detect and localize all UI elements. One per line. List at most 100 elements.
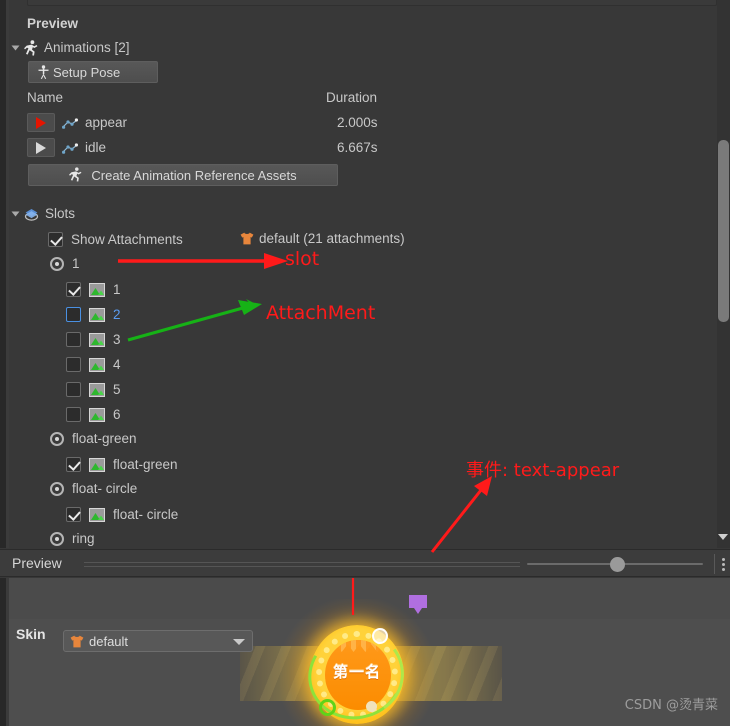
attachment-checkbox[interactable] <box>66 282 81 297</box>
preview-zoom-slider-knob[interactable] <box>610 557 625 572</box>
csdn-watermark: CSDN @烫青菜 <box>624 698 718 713</box>
attachment-label: 3 <box>113 331 121 347</box>
attachment-checkbox[interactable] <box>66 307 81 322</box>
attachment-row[interactable]: 4 <box>66 357 121 372</box>
slot-label: float- circle <box>72 481 138 497</box>
animation-curve-icon <box>62 117 78 129</box>
attachment-checkbox[interactable] <box>66 357 81 372</box>
attachment-image-icon <box>89 507 105 522</box>
medal-graphic: 第一名 <box>280 599 434 726</box>
window-left-rail-inner <box>6 0 9 548</box>
play-button-idle[interactable] <box>27 138 55 157</box>
slot-row-float-circle[interactable]: float- circle <box>50 482 137 496</box>
col-name-label: Name <box>27 90 64 105</box>
inspector-scrollbar[interactable] <box>717 0 730 548</box>
animation-duration: 2.000s <box>337 116 378 130</box>
play-icon <box>36 141 46 154</box>
slot-label: 1 <box>72 256 80 272</box>
attachment-image-icon <box>89 282 105 297</box>
setup-pose-button[interactable]: Setup Pose <box>28 61 158 83</box>
skin-dropdown[interactable]: default <box>63 630 253 652</box>
toolbar-divider-bottom <box>84 566 520 567</box>
kebab-dot <box>722 568 725 571</box>
attachment-row[interactable]: 5 <box>66 382 121 397</box>
attachment-label: 1 <box>113 281 121 297</box>
skin-summary-label: default (21 attachments) <box>259 231 405 246</box>
spine-inspector-window: Preview Animations [2] Setup Pose Name D… <box>0 0 730 726</box>
slot-label: float-green <box>72 431 137 447</box>
slot-radio-icon[interactable] <box>50 482 64 496</box>
preview-toolbar-label: Preview <box>12 555 62 571</box>
attachment-checkbox[interactable] <box>66 407 81 422</box>
medal-bead-green <box>319 699 336 716</box>
attachment-row[interactable]: 3 <box>66 332 121 347</box>
attachment-image-icon <box>89 407 105 422</box>
attachment-image-icon <box>89 457 105 472</box>
animation-duration-label: 2.000s <box>337 115 378 130</box>
kebab-dot <box>722 558 725 561</box>
play-icon <box>36 116 46 129</box>
chevron-down-icon[interactable] <box>233 639 245 645</box>
animation-row[interactable]: appear <box>27 113 127 132</box>
animation-col-duration-header: Duration <box>326 91 377 105</box>
preview-options-menu-button[interactable] <box>722 558 725 571</box>
slot-row-float-green[interactable]: float-green <box>50 432 137 446</box>
annotation-event-text: 事件: text-appear <box>466 460 620 481</box>
slot-radio-icon[interactable] <box>50 432 64 446</box>
animation-curve-icon <box>62 142 78 154</box>
attachment-checkbox[interactable] <box>66 457 81 472</box>
attachment-row[interactable]: 1 <box>66 282 121 297</box>
attachment-label: 6 <box>113 406 121 422</box>
animation-row[interactable]: idle <box>27 138 106 157</box>
attachment-row[interactable]: float-green <box>66 457 178 472</box>
animation-name: idle <box>85 139 107 155</box>
skin-shirt-icon <box>70 635 84 648</box>
chevron-down-icon[interactable] <box>11 211 20 217</box>
col-duration-label: Duration <box>326 90 378 105</box>
attachment-image-icon <box>89 332 105 347</box>
preview-toolbar: Preview <box>0 549 730 577</box>
slot-label: ring <box>72 531 95 547</box>
slot-row-1[interactable]: 1 <box>50 257 80 271</box>
kebab-dot <box>722 563 725 566</box>
animation-name: appear <box>85 114 128 130</box>
attachment-checkbox[interactable] <box>66 382 81 397</box>
play-button-appear[interactable] <box>27 113 55 132</box>
create-animation-reference-assets-button[interactable]: Create Animation Reference Assets <box>28 164 338 186</box>
attachment-label: 5 <box>113 381 121 397</box>
chevron-down-icon[interactable] <box>11 45 20 51</box>
attachment-image-icon <box>89 357 105 372</box>
active-skin-summary: default (21 attachments) <box>240 232 405 246</box>
attachment-image-icon <box>89 382 105 397</box>
animation-duration: 6.667s <box>337 141 378 155</box>
slot-radio-icon[interactable] <box>50 257 64 271</box>
attachment-row[interactable]: 6 <box>66 407 121 422</box>
animation-run-icon <box>24 40 38 56</box>
setup-pose-label: Setup Pose <box>53 64 121 80</box>
pose-person-icon <box>38 65 49 79</box>
show-attachments-checkbox[interactable] <box>48 232 63 247</box>
attachment-row[interactable]: 2 <box>66 307 121 322</box>
animation-col-name-header: Name <box>27 91 63 105</box>
slots-stack-icon <box>24 207 39 221</box>
slot-row-ring[interactable]: ring <box>50 532 95 546</box>
scrollbar-thumb[interactable] <box>718 140 729 322</box>
attachment-row[interactable]: float- circle <box>66 507 178 522</box>
skin-label: Skin <box>16 626 46 642</box>
attachment-checkbox[interactable] <box>66 507 81 522</box>
attachment-checkbox[interactable] <box>66 332 81 347</box>
animation-duration-label: 6.667s <box>337 140 378 155</box>
annotation-slot-text: slot <box>285 248 320 270</box>
slot-radio-icon[interactable] <box>50 532 64 546</box>
scroll-down-arrow-icon[interactable] <box>718 534 728 540</box>
medal-text: 第一名 <box>332 663 381 681</box>
show-attachments-label: Show Attachments <box>71 231 183 247</box>
slots-group-row[interactable]: Slots <box>11 207 75 221</box>
animation-run-icon <box>69 167 83 183</box>
skin-shirt-icon <box>240 232 254 245</box>
inspector-panel: Preview Animations [2] Setup Pose Name D… <box>0 0 730 548</box>
attachment-label: 4 <box>113 356 121 372</box>
show-attachments-row[interactable]: Show Attachments <box>48 232 183 247</box>
animations-group-row[interactable]: Animations [2] <box>11 40 130 56</box>
attachment-label: float-green <box>113 456 178 472</box>
